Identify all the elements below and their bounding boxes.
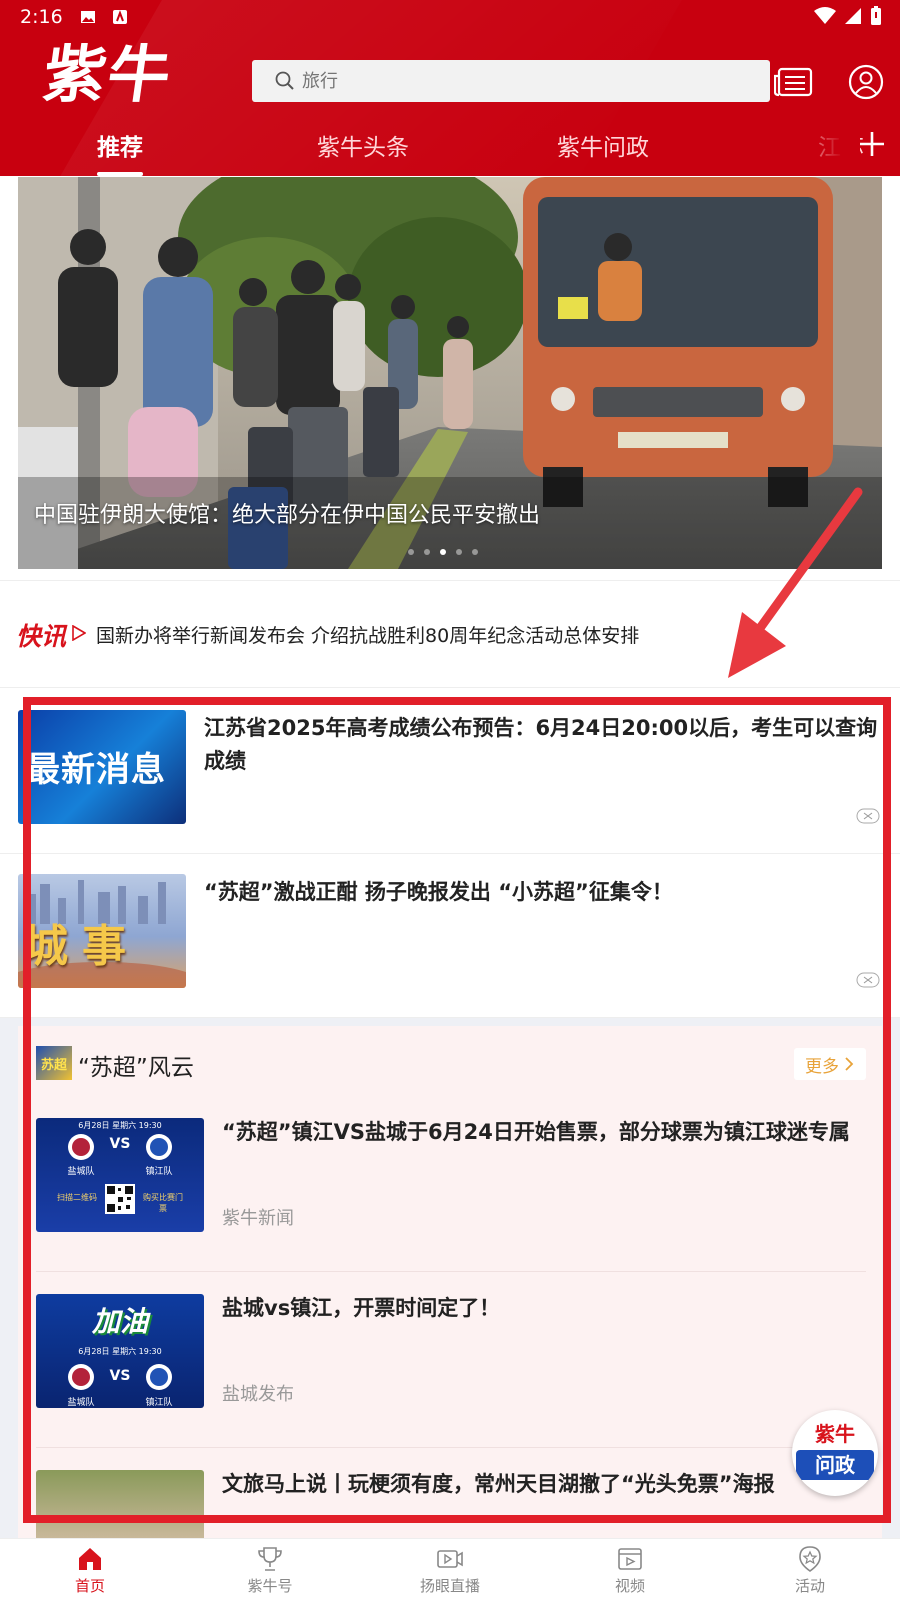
app-logo: 紫牛: [38, 38, 178, 111]
search-bar[interactable]: [252, 60, 770, 102]
topic-item-title: “苏超”镇江VS盐城于6月24日开始售票，部分球票为镇江球迷专属: [222, 1120, 850, 1144]
news-title: “苏超”激战正酣 扬子晚报发出 “小苏超”征集令！: [204, 880, 673, 904]
carousel-indicator: [408, 549, 478, 555]
nav-item-live[interactable]: 扬眼直播: [390, 1539, 510, 1600]
tab-fade: [790, 122, 860, 176]
topic-list-item[interactable]: 文旅马上说丨玩梗须有度，常州天目湖撤了“光头免票”海报: [36, 1448, 866, 1584]
flash-news-label: 快讯: [16, 622, 67, 651]
more-label: 更多: [805, 1056, 839, 1077]
newspaper-icon: [774, 67, 813, 97]
newspaper-button[interactable]: [774, 62, 814, 102]
status-bar: 2:16: [0, 0, 900, 36]
home-icon: [79, 1548, 101, 1570]
active-tab-indicator: [97, 172, 143, 176]
qr-code-icon: [105, 1184, 135, 1214]
user-profile-button[interactable]: [846, 62, 886, 102]
team-badge-icon: [68, 1134, 94, 1160]
wifi-icon: [814, 7, 836, 24]
topic-item-source: 紫牛新闻: [222, 1208, 294, 1229]
more-button[interactable]: 更多: [794, 1048, 866, 1080]
nav-item-activity[interactable]: 活动: [750, 1539, 870, 1600]
carousel-dot: [424, 549, 430, 555]
chevron-right-icon: [845, 1057, 854, 1071]
signal-icon: [845, 8, 861, 24]
battery-icon: [871, 6, 881, 25]
match-poster-thumbnail: 加油 6月28日 星期六 19:30 VS 盐城队 镇江队: [36, 1294, 204, 1408]
news-item[interactable]: 城事 “苏超”激战正酣 扬子晚报发出 “小苏超”征集令！: [0, 854, 900, 1018]
search-input[interactable]: [302, 70, 722, 92]
nav-label: 首页: [74, 1577, 105, 1595]
nav-item-home[interactable]: 首页: [30, 1539, 150, 1600]
poster-date: 6月28日 星期六 19:30: [78, 1121, 162, 1130]
poster-scan-text: 扫描二维码: [57, 1193, 97, 1202]
topic-list-item[interactable]: 6月28日 星期六 19:30 VS 盐城队 镇江队 扫描二维码 购买比赛门票 …: [36, 1096, 866, 1272]
team-badge-icon: [68, 1364, 94, 1390]
poster-left-team: 盐城队: [67, 1398, 95, 1408]
bottom-navigation: 首页 紫牛号 扬眼直播 视频 活动: [0, 1538, 900, 1600]
poster-left-team: 盐城队: [67, 1167, 95, 1177]
topic-section: 苏超 “苏超”风云 更多 6月28日 星期六 19:30 VS 盐城队 镇江队 …: [0, 1018, 900, 1584]
carousel-dot-active: [440, 549, 446, 555]
nav-label: 视频: [614, 1577, 645, 1595]
carousel-dot: [408, 549, 414, 555]
topic-list-item[interactable]: 加油 6月28日 星期六 19:30 VS 盐城队 镇江队 盐城vs镇江，开票时…: [36, 1272, 866, 1448]
poster-vs: VS: [109, 1368, 131, 1384]
news-thumbnail: 最新消息: [18, 710, 186, 824]
image-notification-icon: [81, 11, 95, 23]
news-thumbnail: 城事: [18, 874, 186, 988]
news-title: 江苏省2025年高考成绩公布预告：6月24日20:00以后，考生可以查询成绩: [204, 716, 878, 773]
carousel-dot: [472, 549, 478, 555]
live-video-icon: [437, 1550, 463, 1568]
nav-item-ziniu-hao[interactable]: 紫牛号: [210, 1539, 330, 1600]
user-icon: [848, 64, 884, 100]
float-button-bottom-text: 问政: [796, 1450, 874, 1480]
status-time: 2:16: [20, 6, 63, 28]
flash-news-text: 国新办将举行新闻发布会 介绍抗战胜利80周年纪念活动总体安排: [96, 625, 640, 647]
poster-vs: VS: [109, 1136, 131, 1152]
tab-ziniu-wenzheng[interactable]: 紫牛问政: [557, 128, 649, 162]
topic-card: 苏超 “苏超”风云 更多 6月28日 星期六 19:30 VS 盐城队 镇江队 …: [18, 1026, 882, 1584]
activity-badge-icon: [799, 1546, 821, 1572]
poster-right-team: 镇江队: [145, 1167, 173, 1177]
video-icon: [618, 1548, 642, 1570]
float-button-top-text: 紫牛: [815, 1422, 855, 1446]
topic-item-source: 盐城发布: [222, 1384, 294, 1405]
poster-date: 6月28日 星期六 19:30: [78, 1347, 162, 1356]
flash-news-bar[interactable]: 快讯 国新办将举行新闻发布会 介绍抗战胜利80周年纪念活动总体安排: [0, 580, 900, 688]
status-indicators: [814, 6, 882, 26]
nav-item-video[interactable]: 视频: [570, 1539, 690, 1600]
topic-item-title: 文旅马上说丨玩梗须有度，常州天目湖撤了“光头免票”海报: [222, 1472, 775, 1496]
topic-title: “苏超”风云: [78, 1055, 194, 1081]
app-header: 2:16 紫牛 推荐 紫牛头条 紫牛问政 江苏: [0, 0, 900, 176]
tab-recommend[interactable]: 推荐: [97, 128, 143, 162]
channel-tabs: 推荐 紫牛头条 紫牛问政 江苏: [0, 122, 900, 176]
headline-banner[interactable]: 中国驻伊朗大使馆：绝大部分在伊中国公民平安撤出: [18, 177, 882, 569]
poster-buy-text: 购买比赛门票: [143, 1193, 183, 1213]
trophy-icon: [258, 1547, 282, 1571]
add-channel-icon[interactable]: [856, 128, 888, 160]
ticket-poster-thumbnail: 6月28日 星期六 19:30 VS 盐城队 镇江队 扫描二维码 购买比赛门票: [36, 1118, 204, 1232]
thumbnail-text: 城事: [24, 921, 140, 972]
tab-ziniu-headlines[interactable]: 紫牛头条: [317, 128, 409, 162]
dismiss-icon[interactable]: [856, 808, 880, 824]
carousel-dot: [456, 549, 462, 555]
team-badge-icon: [146, 1134, 172, 1160]
dismiss-icon[interactable]: [856, 972, 880, 988]
flash-arrow-icon: [72, 625, 86, 641]
poster-right-team: 镇江队: [145, 1398, 173, 1408]
wenzheng-float-button[interactable]: 紫牛 问政: [792, 1410, 878, 1496]
app-notification-icon: [113, 10, 127, 24]
topic-item-title: 盐城vs镇江，开票时间定了！: [222, 1296, 501, 1320]
poster-banner-text: 加油: [91, 1305, 148, 1338]
topic-logo: 苏超: [36, 1046, 72, 1080]
news-item[interactable]: 最新消息 江苏省2025年高考成绩公布预告：6月24日20:00以后，考生可以查…: [0, 690, 900, 854]
thumbnail-text: 最新消息: [26, 750, 166, 790]
search-icon: [275, 71, 294, 90]
nav-label: 扬眼直播: [419, 1577, 480, 1595]
nav-label: 活动: [794, 1577, 825, 1595]
banner-caption: 中国驻伊朗大使馆：绝大部分在伊中国公民平安撤出: [34, 503, 541, 528]
nav-label: 紫牛号: [247, 1577, 293, 1595]
team-badge-icon: [146, 1364, 172, 1390]
